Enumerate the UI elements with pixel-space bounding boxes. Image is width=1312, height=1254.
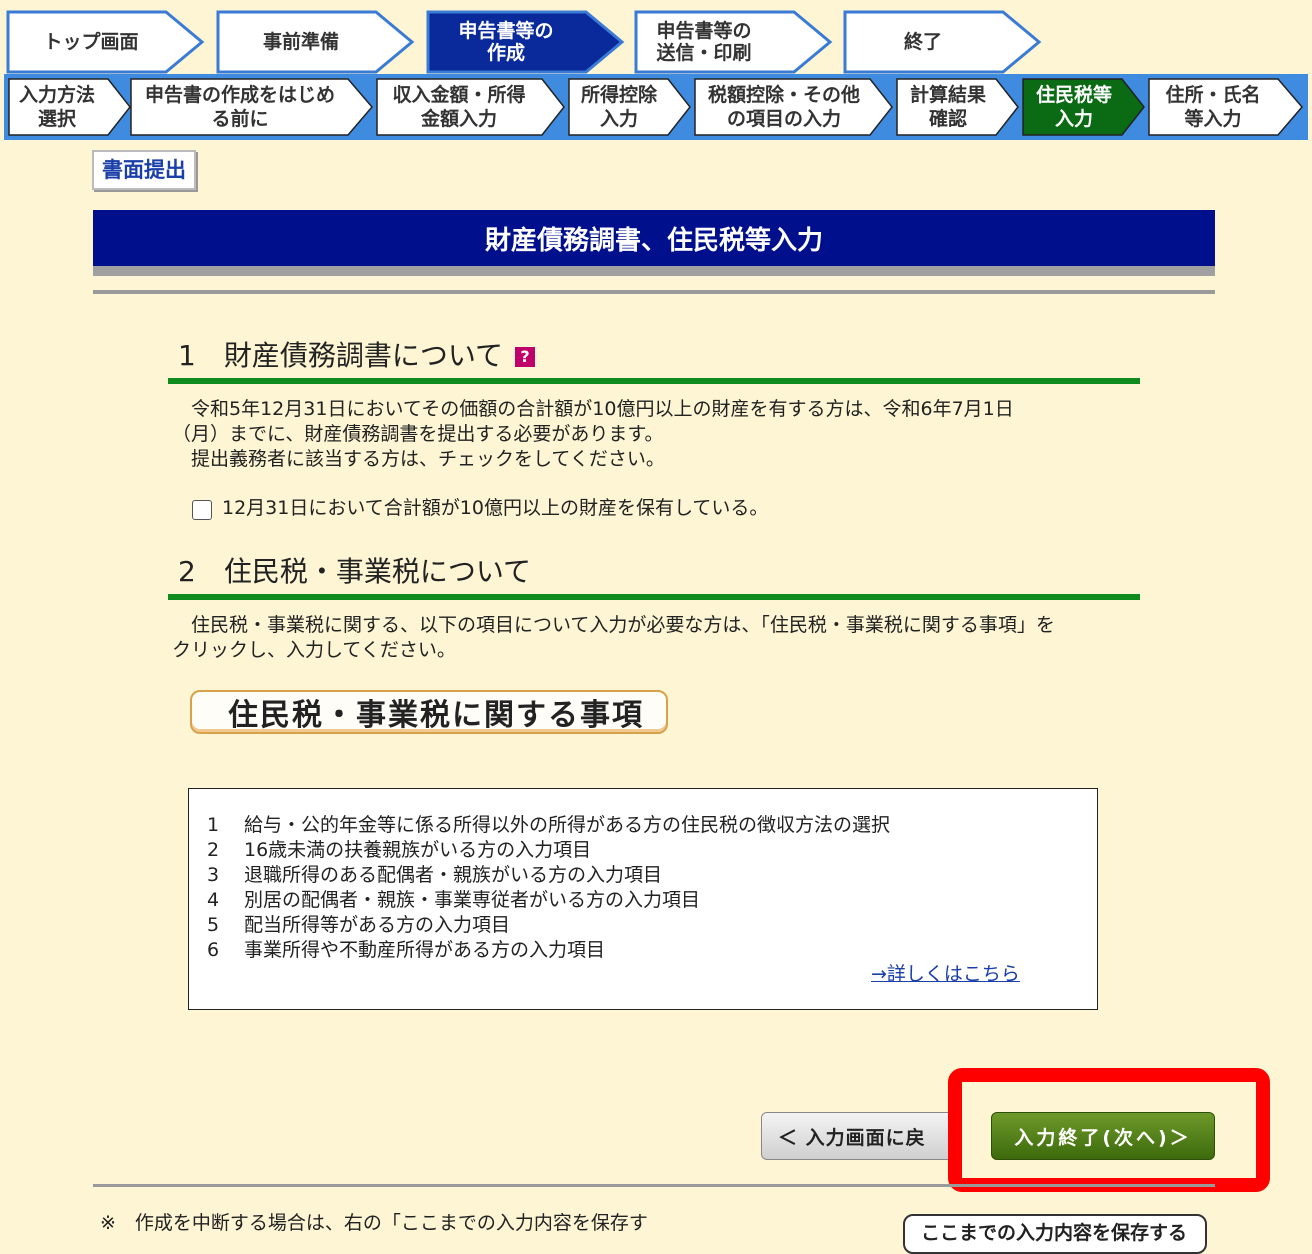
- resident-tax-matters-button[interactable]: 住民税・事業税に関する事項: [190, 690, 668, 734]
- section2-heading: 2 住民税・事業税について: [178, 555, 531, 588]
- back-to-input-button[interactable]: ＜ 入力画面に戻: [761, 1112, 961, 1160]
- substep-input-method[interactable]: 入力方法 選択: [8, 78, 132, 136]
- step-create-current[interactable]: 申告書等の 作成: [426, 10, 626, 74]
- save-progress-button[interactable]: ここまでの入力内容を保存する: [903, 1214, 1207, 1254]
- list-item-number: 3: [207, 864, 220, 886]
- section2-rule: [168, 594, 1140, 600]
- list-item-text: 事業所得や不動産所得がある方の入力項目: [244, 939, 606, 961]
- section1-rule: [168, 378, 1140, 384]
- items-list-box: 1 給与・公的年金等に係る所得以外の所得がある方の住民税の徴収方法の選択 2 16歳…: [188, 788, 1098, 1010]
- bottom-divider: [93, 1184, 1215, 1187]
- substep-result[interactable]: 計算結果 確認: [896, 78, 1020, 136]
- list-item: 5 配当所得等がある方の入力項目: [207, 913, 510, 937]
- list-item-text: 退職所得のある配偶者・親族がいる方の入力項目: [244, 864, 663, 886]
- substep-income[interactable]: 収入金額・所得 金額入力: [376, 78, 566, 136]
- substep-label: 所得控除 入力: [580, 84, 657, 130]
- substep-label: 収入金額・所得 金額入力: [392, 84, 526, 130]
- paper-submission-button[interactable]: 書面提出: [92, 150, 196, 190]
- step-label: 申告書等の 送信・印刷: [656, 20, 752, 64]
- property-over-1billion-checkbox[interactable]: [192, 500, 212, 520]
- substep-label: 住所・氏名 等入力: [1165, 84, 1261, 130]
- list-item-number: 6: [207, 939, 220, 961]
- section1-body-line: 提出義務者に該当する方は、チェックをしてください。: [172, 448, 665, 470]
- list-item-number: 5: [207, 914, 220, 936]
- step-end[interactable]: 終了: [843, 10, 1043, 74]
- substep-address[interactable]: 住所・氏名 等入力: [1148, 78, 1304, 136]
- substep-label: 住民税等 入力: [1035, 84, 1112, 130]
- step-send-print[interactable]: 申告書等の 送信・印刷: [634, 10, 834, 74]
- substep-label: 申告書の作成をはじめ る前に: [144, 84, 335, 130]
- highlight-annotation-box: [948, 1068, 1270, 1192]
- step-label: 事前準備: [262, 31, 339, 53]
- list-item-number: 1: [207, 814, 220, 836]
- section1-heading-text: 1 財産債務調書について: [178, 339, 503, 372]
- section1-body: 令和5年12月31日においてその価額の合計額が10億円以上の財産を有する方は、令…: [172, 397, 1014, 472]
- list-item-text: 別居の配偶者・親族・事業専従者がいる方の入力項目: [244, 889, 701, 911]
- substep-label: 計算結果 確認: [909, 84, 986, 130]
- substep-before-start[interactable]: 申告書の作成をはじめ る前に: [130, 78, 374, 136]
- substep-resident-tax-current[interactable]: 住民税等 入力: [1022, 78, 1146, 136]
- section2-body-line: クリックし、入力してください。: [172, 639, 456, 661]
- list-item-number: 2: [207, 839, 220, 861]
- list-item: 4 別居の配偶者・親族・事業専従者がいる方の入力項目: [207, 888, 700, 912]
- list-item-number: 4: [207, 889, 220, 911]
- interrupt-note: ※ 作成を中断する場合は、右の「ここまでの入力内容を保存す: [100, 1212, 648, 1234]
- section2-body-line: 住民税・事業税に関する、以下の項目について入力が必要な方は、「住民税・事業税に関…: [172, 614, 1055, 636]
- checkbox-label[interactable]: 12月31日において合計額が10億円以上の財産を保有している。: [222, 496, 768, 521]
- section1-body-line: （月）までに、財産債務調書を提出する必要があります。: [172, 423, 664, 445]
- section1-heading: 1 財産債務調書について?: [178, 334, 535, 374]
- list-item: 6 事業所得や不動産所得がある方の入力項目: [207, 938, 605, 962]
- list-item: 1 給与・公的年金等に係る所得以外の所得がある方の住民税の徴収方法の選択: [207, 813, 890, 837]
- section2-body: 住民税・事業税に関する、以下の項目について入力が必要な方は、「住民税・事業税に関…: [172, 613, 1055, 663]
- title-shadow: [93, 266, 1215, 276]
- progress-steps: トップ画面 事前準備 申告書等の 作成 申告書等の 送信・印刷 終了: [0, 0, 1312, 76]
- page-title: 財産債務調書、住民税等入力: [93, 210, 1215, 266]
- list-item-text: 16歳未満の扶養親族がいる方の入力項目: [244, 839, 592, 861]
- divider: [93, 290, 1215, 294]
- list-item-text: 給与・公的年金等に係る所得以外の所得がある方の住民税の徴収方法の選択: [244, 814, 891, 836]
- list-item: 2 16歳未満の扶養親族がいる方の入力項目: [207, 838, 591, 862]
- list-item-text: 配当所得等がある方の入力項目: [244, 914, 511, 936]
- step-prep[interactable]: 事前準備: [216, 10, 416, 74]
- step-top[interactable]: トップ画面: [6, 10, 206, 74]
- step-label: 申告書等の 作成: [458, 20, 554, 64]
- step-label: 終了: [903, 31, 942, 53]
- substep-label: 税額控除・その他 の項目の入力: [707, 84, 860, 130]
- substep-label: 入力方法 選択: [18, 84, 95, 130]
- help-icon[interactable]: ?: [514, 347, 535, 367]
- section1-body-line: 令和5年12月31日においてその価額の合計額が10億円以上の財産を有する方は、令…: [172, 398, 1014, 420]
- list-item: 3 退職所得のある配偶者・親族がいる方の入力項目: [207, 863, 662, 887]
- details-link[interactable]: →詳しくはこちら: [871, 959, 1020, 986]
- step-label: トップ画面: [43, 31, 139, 53]
- substep-tax-credit[interactable]: 税額控除・その他 の項目の入力: [694, 78, 894, 136]
- substep-deduction[interactable]: 所得控除 入力: [568, 78, 692, 136]
